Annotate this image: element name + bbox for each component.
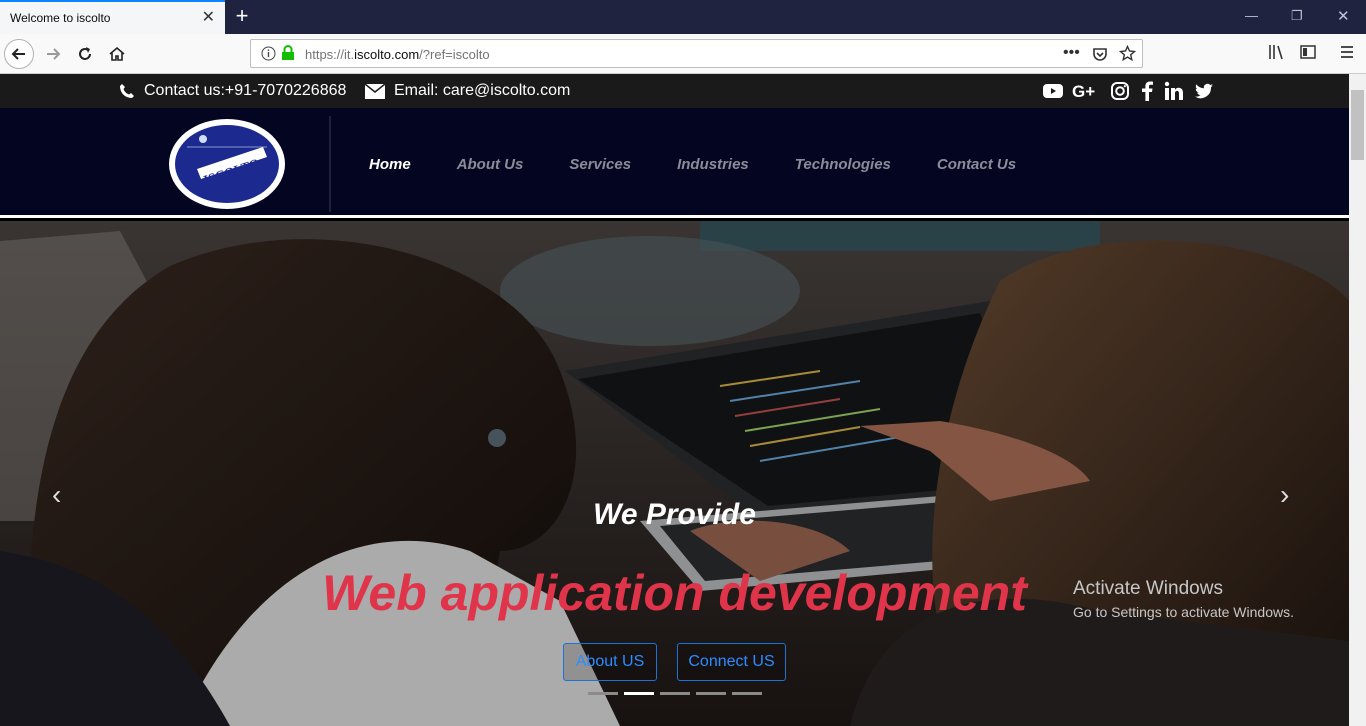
browser-nav-bar: https://it.iscolto.com/?ref=iscolto •••	[0, 34, 1366, 74]
activate-windows-subtitle: Go to Settings to activate Windows.	[1073, 604, 1294, 620]
email-contact[interactable]: Email: care@iscolto.com	[365, 82, 570, 100]
phone-text: Contact us:+91-7070226868	[144, 82, 347, 99]
facebook-icon[interactable]	[1140, 81, 1154, 101]
twitter-icon[interactable]	[1194, 81, 1214, 101]
carousel-indicators	[588, 692, 768, 695]
youtube-icon[interactable]	[1042, 81, 1063, 101]
email-text: Email: care@iscolto.com	[394, 82, 571, 99]
carousel-indicator[interactable]	[732, 692, 762, 695]
back-icon[interactable]	[4, 39, 34, 69]
window-close-icon[interactable]: ✕	[1337, 7, 1350, 25]
hero-carousel: ‹ › We Provide Web application developme…	[0, 221, 1349, 726]
nav-about-us[interactable]: About Us	[457, 156, 524, 173]
nav-technologies[interactable]: Technologies	[795, 156, 891, 173]
main-nav: Home About Us Services Industries Techno…	[369, 156, 1062, 173]
forward-icon[interactable]	[38, 39, 68, 69]
activate-windows-title: Activate Windows	[1073, 578, 1223, 599]
restore-icon[interactable]: ❐	[1291, 8, 1303, 24]
web-page: Contact us:+91-7070226868 Email: care@is…	[0, 74, 1349, 726]
contact-strip: Contact us:+91-7070226868 Email: care@is…	[0, 74, 1349, 108]
reload-icon[interactable]	[70, 39, 100, 69]
connect-us-button[interactable]: Connect US	[677, 643, 786, 681]
social-links: G+	[1032, 81, 1214, 101]
tab-title: Welcome to iscolto	[10, 11, 111, 25]
carousel-indicator[interactable]	[588, 692, 618, 695]
site-logo[interactable]: ISCOLTO	[167, 117, 287, 211]
hero-background-image	[0, 221, 1349, 726]
scrollbar-thumb[interactable]	[1351, 90, 1364, 160]
instagram-icon[interactable]	[1110, 81, 1130, 101]
sidebar-icon[interactable]	[1299, 43, 1317, 61]
page-scrollbar[interactable]	[1349, 74, 1366, 726]
about-us-button[interactable]: About US	[563, 643, 657, 681]
menu-icon[interactable]	[1339, 43, 1355, 61]
phone-contact[interactable]: Contact us:+91-7070226868	[119, 82, 346, 100]
tab-close-icon[interactable]: ✕	[202, 9, 215, 27]
browser-tab-bar: Welcome to iscolto ✕ + — ❐ ✕	[0, 0, 1366, 34]
carousel-indicator-active[interactable]	[624, 692, 654, 695]
new-tab-icon[interactable]: +	[231, 4, 253, 28]
url-text: https://it.iscolto.com/?ref=iscolto	[305, 47, 490, 62]
site-header: ISCOLTO Home About Us Services Industrie…	[0, 108, 1349, 218]
svg-text:G+: G+	[1072, 82, 1095, 101]
minimize-icon[interactable]: —	[1245, 8, 1258, 23]
nav-industries[interactable]: Industries	[677, 156, 749, 173]
activate-windows-watermark: Activate Windows Go to Settings to activ…	[1073, 578, 1294, 620]
home-icon[interactable]	[102, 39, 132, 69]
hero-subtitle: We Provide	[593, 498, 756, 531]
more-actions-icon[interactable]: •••	[1063, 44, 1080, 62]
nav-home[interactable]: Home	[369, 156, 411, 173]
library-icon[interactable]	[1267, 43, 1285, 61]
url-bar[interactable]: https://it.iscolto.com/?ref=iscolto •••	[250, 39, 1143, 68]
envelope-icon	[365, 83, 385, 99]
nav-services[interactable]: Services	[569, 156, 631, 173]
google-plus-icon[interactable]: G+	[1072, 81, 1100, 101]
info-icon[interactable]	[261, 46, 276, 61]
carousel-indicator[interactable]	[696, 692, 726, 695]
lock-icon	[282, 45, 294, 60]
pocket-icon[interactable]	[1092, 46, 1108, 62]
nav-contact-us[interactable]: Contact Us	[937, 156, 1016, 173]
carousel-indicator[interactable]	[660, 692, 690, 695]
phone-icon	[120, 84, 134, 98]
bookmark-star-icon[interactable]	[1119, 45, 1136, 62]
header-divider	[329, 116, 331, 212]
browser-tab[interactable]: Welcome to iscolto ✕	[0, 0, 225, 34]
linkedin-icon[interactable]	[1164, 81, 1184, 101]
